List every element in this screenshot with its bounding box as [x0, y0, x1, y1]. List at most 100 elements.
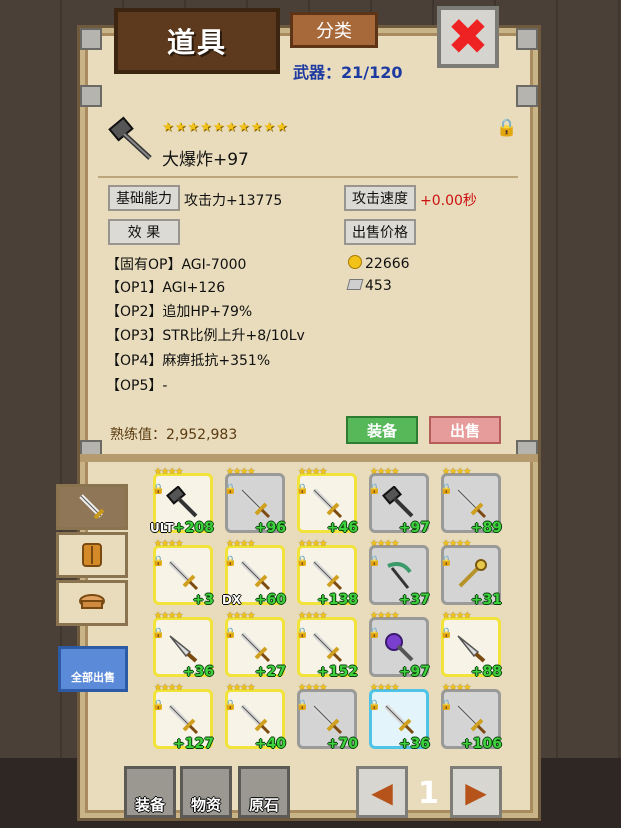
- tab-weapons[interactable]: [56, 484, 128, 530]
- inventory-slot[interactable]: ★★★★ 🔒 DX +60: [222, 539, 286, 608]
- lock-icon: 🔒: [224, 484, 237, 495]
- slot-stars: ★★★★: [370, 611, 399, 621]
- lock-icon: 🔒: [224, 628, 237, 639]
- slot-level: +97: [398, 520, 430, 536]
- lock-icon: 🔒: [224, 556, 237, 567]
- inventory-slot[interactable]: ★★★★ 🔒 +40: [224, 683, 286, 752]
- sword-icon: [240, 488, 271, 519]
- inventory-slot[interactable]: ★★★★ 🔒 +152: [296, 611, 358, 680]
- slot-stars: ★★★★: [226, 467, 255, 477]
- sell-button[interactable]: 出售: [429, 416, 501, 444]
- inventory-grid: ★★★★ 🔒 ULT +208 ★★★★ 🔒 +96 ★★★★ 🔒 +46 ★★★★ 🔒 +97 ★★★★…: [150, 467, 510, 758]
- knife-icon: [457, 635, 486, 663]
- ore-icon: [346, 279, 364, 290]
- divider: [98, 176, 518, 178]
- tab-armor[interactable]: [56, 532, 128, 578]
- lock-icon: 🔒: [296, 628, 309, 639]
- hammer-icon: [166, 486, 198, 518]
- sell-price-label: 出售价格: [344, 219, 416, 245]
- page-title: 道具: [166, 26, 227, 59]
- slot-tag: DX: [222, 593, 242, 607]
- inventory-slot[interactable]: ★★★★ 🔒 +27: [224, 611, 286, 680]
- arrow-left-icon: ◀: [371, 775, 393, 809]
- option-line: 【OP5】-: [106, 378, 168, 394]
- lock-icon: 🔒: [296, 484, 309, 495]
- inventory-slot[interactable]: ★★★★ 🔒 +36: [152, 611, 214, 680]
- inventory-slot[interactable]: ★★★★ 🔒 ULT +208: [150, 467, 214, 536]
- slot-level: +40: [254, 736, 286, 752]
- slot-stars: ★★★★: [442, 683, 471, 693]
- gold-price-value: 22666: [365, 256, 410, 272]
- item-stars: ★★★★★★★★★★: [162, 120, 289, 135]
- equip-button[interactable]: 装备: [346, 416, 418, 444]
- inventory-slot[interactable]: ★★★★ 🔒 +97: [368, 611, 430, 680]
- inventory-slot[interactable]: ★★★★ 🔒 +127: [152, 683, 214, 752]
- slot-tag: ULT: [150, 521, 174, 535]
- inventory-slot[interactable]: ★★★★ 🔒 +46: [296, 467, 358, 536]
- inventory-slot[interactable]: ★★★★ 🔒 +3: [152, 539, 214, 608]
- ore-price-value: 453: [365, 278, 392, 294]
- title-plate: 道具: [114, 8, 280, 74]
- weapon-count: 武器：21/120: [293, 63, 403, 82]
- gold-coin-icon: [348, 255, 362, 269]
- inventory-slot[interactable]: ★★★★ 🔒 +96: [224, 467, 286, 536]
- inventory-slot[interactable]: ★★★★ 🔒 +37: [368, 539, 430, 608]
- sword-icon: [240, 560, 271, 591]
- slot-level: +46: [326, 520, 358, 536]
- lock-icon: 🔒: [152, 700, 165, 711]
- inventory-slot[interactable]: ★★★★ 🔒 +89: [440, 467, 502, 536]
- inventory-slot[interactable]: ★★★★ 🔒 +88: [440, 611, 502, 680]
- sword-icon: [456, 704, 487, 735]
- proficiency: 熟练值：2,952,983: [110, 427, 238, 443]
- mace-icon: [385, 633, 414, 662]
- slot-stars: ★★★★: [226, 539, 255, 549]
- slot-level: +3: [192, 592, 214, 608]
- inventory-slot[interactable]: ★★★★ 🔒 +70: [296, 683, 358, 752]
- bottom-equip-button[interactable]: 装备: [124, 766, 176, 818]
- tab-accessory[interactable]: [56, 580, 128, 626]
- slot-stars: ★★★★: [442, 611, 471, 621]
- hammer-icon: [108, 116, 152, 160]
- lock-icon: 🔒: [152, 484, 165, 495]
- slot-level: +36: [182, 664, 214, 680]
- bottom-material-label: 物资: [190, 796, 221, 814]
- lock-icon: 🔒: [152, 556, 165, 567]
- sword-icon: [79, 494, 105, 520]
- inventory-slot[interactable]: ★★★★ 🔒 +31: [440, 539, 502, 608]
- slot-stars: ★★★★: [226, 683, 255, 693]
- slot-stars: ★★★★: [154, 539, 183, 549]
- lock-icon: 🔒: [440, 700, 453, 711]
- slot-stars: ★★★★: [154, 611, 183, 621]
- lock-icon: 🔒: [440, 484, 453, 495]
- bottom-material-button[interactable]: 物资: [180, 766, 232, 818]
- bottom-ore-button[interactable]: 原石: [238, 766, 290, 818]
- slot-level: +89: [470, 520, 502, 536]
- option-line: 【OP1】AGI+126: [106, 280, 226, 296]
- sword-icon: [240, 632, 271, 663]
- next-page-button[interactable]: ▶: [450, 766, 502, 818]
- lock-icon[interactable]: 🔒: [496, 118, 517, 138]
- slot-stars: ★★★★: [442, 539, 471, 549]
- inventory-slot[interactable]: ★★★★ 🔒 +97: [368, 467, 430, 536]
- slot-level: +96: [254, 520, 286, 536]
- slot-level: +138: [317, 592, 358, 608]
- sell-all-button[interactable]: 全部出售: [58, 646, 128, 692]
- hammer-icon: [382, 486, 414, 518]
- slot-level: +60: [254, 592, 286, 608]
- slot-level: +127: [173, 736, 214, 752]
- category-button[interactable]: 分类: [290, 12, 378, 48]
- close-button[interactable]: ✖: [437, 6, 499, 68]
- sword-icon: [240, 704, 271, 735]
- option-line: 【固有OP】AGI-7000: [106, 257, 247, 273]
- inventory-slot[interactable]: ★★★★ 🔒 +36: [368, 683, 430, 752]
- prev-page-button[interactable]: ◀: [356, 766, 408, 818]
- arrow-right-icon: ▶: [465, 775, 487, 809]
- inventory-slot[interactable]: ★★★★ 🔒 +106: [440, 683, 502, 752]
- sword-icon: [456, 488, 487, 519]
- inventory-slot[interactable]: ★★★★ 🔒 +138: [296, 539, 358, 608]
- lock-icon: 🔒: [296, 700, 309, 711]
- lock-icon: 🔒: [440, 628, 453, 639]
- sword-icon: [312, 488, 343, 519]
- lock-icon: 🔒: [368, 628, 381, 639]
- sell-all-label: 全部出售: [71, 671, 115, 684]
